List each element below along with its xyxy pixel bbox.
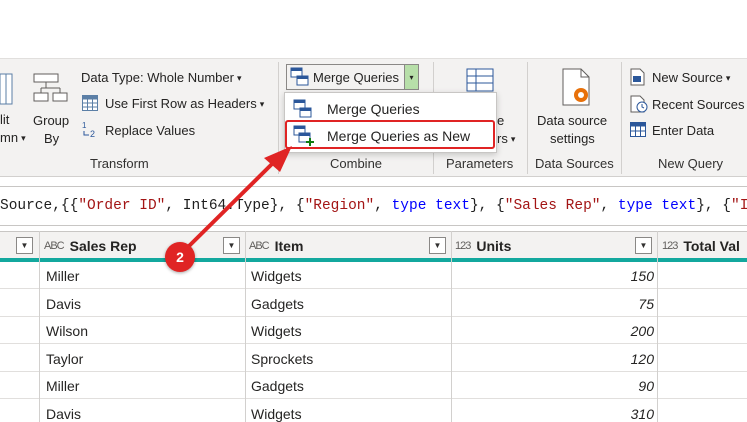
callout-badge: 2 xyxy=(165,242,195,272)
callout-arrow xyxy=(184,146,292,251)
